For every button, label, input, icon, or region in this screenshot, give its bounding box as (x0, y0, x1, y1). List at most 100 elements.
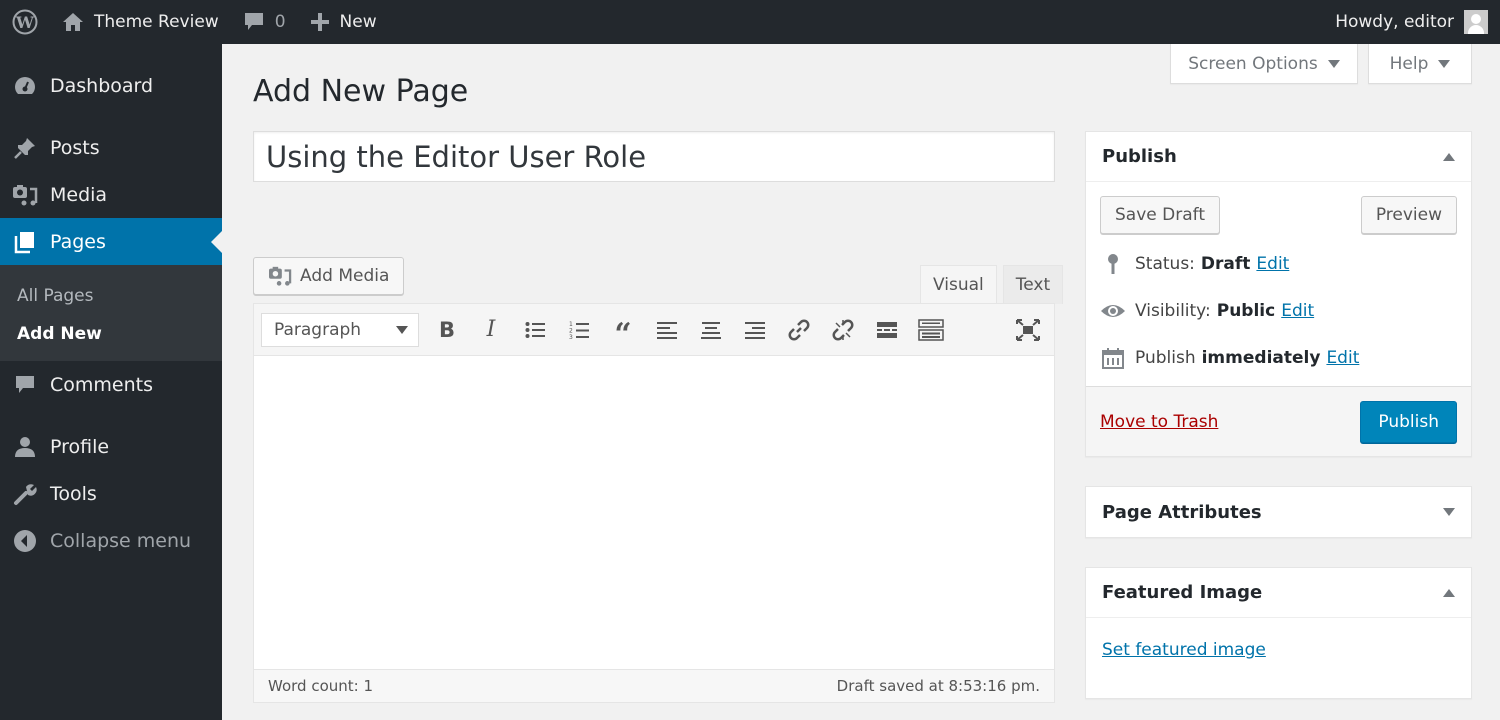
read-more-button[interactable] (865, 313, 909, 347)
submenu-add-new[interactable]: Add New (0, 315, 222, 353)
align-left-icon (657, 321, 677, 339)
comments-link[interactable]: 0 (231, 0, 298, 44)
edit-status-link[interactable]: Edit (1256, 254, 1289, 274)
sidebar-item-label: Media (50, 183, 108, 206)
screen-options-label: Screen Options (1188, 53, 1318, 74)
sidebar-item-tools[interactable]: Tools (0, 470, 222, 517)
italic-icon: I (486, 317, 496, 342)
read-more-icon (877, 321, 897, 338)
save-draft-button[interactable]: Save Draft (1100, 196, 1220, 234)
add-media-button[interactable]: Add Media (253, 257, 405, 295)
pages-icon (12, 229, 38, 255)
media-icon (268, 265, 292, 287)
pushpin-icon (12, 135, 38, 161)
edit-visibility-link[interactable]: Edit (1281, 301, 1314, 321)
comment-icon (243, 11, 265, 33)
sidebar-item-label: Tools (50, 482, 97, 505)
featured-image-header[interactable]: Featured Image (1086, 568, 1471, 618)
sidebar-item-comments[interactable]: Comments (0, 361, 222, 408)
align-center-icon (701, 321, 721, 339)
featured-image-title: Featured Image (1102, 582, 1263, 603)
word-count: Word count: 1 (268, 677, 374, 695)
collapse-toggle-icon[interactable] (1443, 152, 1455, 161)
wordpress-menu[interactable]: W (0, 0, 50, 44)
align-center-button[interactable] (689, 313, 733, 347)
sidebar-item-label: Dashboard (50, 74, 154, 97)
sidebar-item-label: Posts (50, 136, 100, 159)
plus-icon (310, 12, 330, 32)
bold-icon: B (438, 317, 455, 342)
toolbar-toggle-button[interactable] (909, 313, 953, 347)
main-content: Screen Options Help Add New Page Add Med… (222, 44, 1500, 720)
comments-count: 0 (274, 12, 286, 32)
admin-bar: W Theme Review 0 New Howdy, editor (0, 0, 1500, 44)
publish-box-header[interactable]: Publish (1086, 132, 1471, 182)
visibility-row: Visibility: Public Edit (1100, 287, 1457, 334)
visibility-value: Public (1216, 300, 1276, 321)
wordpress-logo-icon: W (12, 9, 38, 35)
align-left-button[interactable] (645, 313, 689, 347)
align-right-icon (745, 321, 765, 339)
collapse-menu-button[interactable]: Collapse menu (0, 517, 222, 564)
move-to-trash-link[interactable]: Move to Trash (1100, 412, 1218, 432)
content-textarea[interactable] (254, 356, 1054, 669)
help-button[interactable]: Help (1368, 44, 1472, 84)
remove-link-button[interactable] (821, 313, 865, 347)
publish-box-title: Publish (1102, 146, 1177, 167)
admin-sidebar: Dashboard Posts Media Pages All Pages Ad… (0, 44, 222, 720)
fullscreen-button[interactable] (1006, 313, 1050, 347)
format-select[interactable]: Paragraph (261, 312, 419, 347)
bold-button[interactable]: B (425, 313, 469, 347)
pages-submenu: All Pages Add New (0, 265, 222, 361)
publish-label: Publish (1135, 347, 1196, 368)
sidebar-item-label: Pages (50, 230, 106, 253)
caret-down-icon (1438, 59, 1451, 68)
page-title: Add New Page (253, 74, 469, 109)
italic-button[interactable]: I (469, 313, 513, 347)
new-label: New (339, 12, 377, 32)
tab-visual[interactable]: Visual (920, 265, 997, 304)
editor-toolbar: Paragraph B I 123 “ (254, 304, 1054, 356)
format-select-value: Paragraph (274, 319, 362, 340)
collapse-toggle-icon[interactable] (1443, 588, 1455, 597)
svg-text:W: W (15, 13, 35, 32)
calendar-icon (1100, 347, 1126, 369)
submenu-all-pages[interactable]: All Pages (0, 277, 222, 315)
sidebar-item-dashboard[interactable]: Dashboard (0, 62, 222, 109)
site-name-link[interactable]: Theme Review (50, 0, 231, 44)
svg-text:3: 3 (569, 334, 573, 340)
help-label: Help (1389, 53, 1429, 74)
new-content-link[interactable]: New (298, 0, 389, 44)
sidebar-item-media[interactable]: Media (0, 171, 222, 218)
post-title-input[interactable] (253, 131, 1055, 182)
align-right-button[interactable] (733, 313, 777, 347)
sidebar-item-profile[interactable]: Profile (0, 423, 222, 470)
my-account-link[interactable]: Howdy, editor (1323, 0, 1500, 44)
bulleted-list-button[interactable] (513, 313, 557, 347)
content-editor: Paragraph B I 123 “ Word count: 1 Draft … (253, 303, 1055, 703)
publish-button[interactable]: Publish (1360, 400, 1457, 443)
page-attributes-box: Page Attributes (1085, 486, 1472, 538)
numbered-list-button[interactable]: 123 (557, 313, 601, 347)
page-attributes-header[interactable]: Page Attributes (1086, 487, 1471, 537)
dashboard-icon (12, 73, 38, 99)
caret-down-icon (396, 325, 408, 334)
insert-link-button[interactable] (777, 313, 821, 347)
visibility-label: Visibility: (1135, 300, 1211, 321)
sidebar-item-posts[interactable]: Posts (0, 124, 222, 171)
screen-options-button[interactable]: Screen Options (1170, 44, 1358, 84)
edit-publish-time-link[interactable]: Edit (1326, 348, 1359, 368)
featured-image-inside: Set featured image (1086, 618, 1471, 682)
status-label: Status: (1135, 253, 1195, 274)
blockquote-button[interactable]: “ (601, 313, 645, 349)
tab-text[interactable]: Text (1002, 265, 1064, 304)
publish-time-row: Publish immediately Edit (1100, 334, 1457, 381)
collapse-arrow-icon (12, 528, 38, 554)
sidebar-item-pages[interactable]: Pages (0, 218, 222, 265)
expand-toggle-icon[interactable] (1443, 508, 1455, 516)
set-featured-image-link[interactable]: Set featured image (1102, 640, 1266, 660)
publish-box: Publish Save Draft Preview Status: Draft… (1085, 131, 1472, 457)
sidebar-item-label: Comments (50, 373, 153, 396)
preview-button[interactable]: Preview (1360, 196, 1457, 234)
sidebar-item-label: Profile (50, 435, 110, 458)
